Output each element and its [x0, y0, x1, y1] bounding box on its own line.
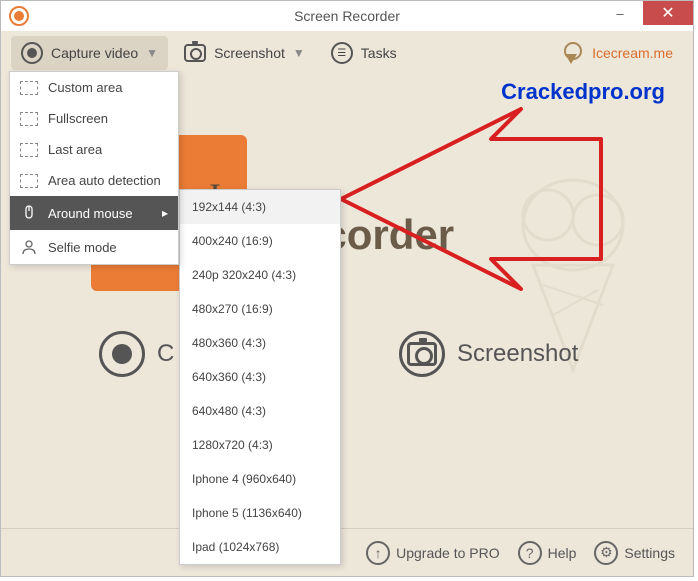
- dropdown-item-around-mouse[interactable]: Around mouse ▸: [10, 196, 178, 230]
- tasks-label: Tasks: [361, 45, 397, 61]
- submenu-item[interactable]: Iphone 5 (1136x640): [180, 496, 340, 530]
- dropdown-label: Area auto detection: [48, 173, 161, 188]
- help-label: Help: [548, 545, 577, 561]
- icecream-link[interactable]: Icecream.me: [552, 36, 683, 70]
- fullscreen-icon: [20, 112, 38, 126]
- submenu-item[interactable]: Iphone 4 (960x640): [180, 462, 340, 496]
- screenshot-button[interactable]: Screenshot ▼: [174, 38, 315, 68]
- upgrade-button[interactable]: ↑ Upgrade to PRO: [366, 541, 500, 565]
- submenu-item[interactable]: Ipad (1024x768): [180, 530, 340, 564]
- submenu-item[interactable]: 240p 320x240 (4:3): [180, 258, 340, 292]
- app-icon: [9, 6, 29, 26]
- dropdown-label: Last area: [48, 142, 102, 157]
- submenu-item[interactable]: 1280x720 (4:3): [180, 428, 340, 462]
- selfie-icon: [20, 238, 38, 256]
- capture-video-button[interactable]: Capture video ▼: [11, 36, 168, 70]
- icecream-icon: [562, 42, 584, 64]
- chevron-down-icon: ▼: [293, 46, 305, 60]
- bottombar: ↑ Upgrade to PRO ? Help ⚙ Settings: [1, 528, 693, 576]
- screenshot-label: Screenshot: [214, 45, 285, 61]
- screenshot-big-button[interactable]: Screenshot: [399, 331, 578, 377]
- chevron-right-icon: ▸: [162, 206, 168, 220]
- custom-area-icon: [20, 81, 38, 95]
- toolbar: Capture video ▼ Screenshot ▼ ☰ Tasks Ice…: [1, 31, 693, 75]
- upgrade-icon: ↑: [366, 541, 390, 565]
- mouse-icon: [20, 204, 38, 222]
- capture-video-label: Capture video: [51, 45, 138, 61]
- tasks-button[interactable]: ☰ Tasks: [321, 36, 407, 70]
- camera-big-icon: [399, 331, 445, 377]
- tasks-icon: ☰: [331, 42, 353, 64]
- icecream-link-label: Icecream.me: [592, 45, 673, 61]
- submenu-item[interactable]: 400x240 (16:9): [180, 224, 340, 258]
- dropdown-item-auto-detection[interactable]: Area auto detection: [10, 165, 178, 196]
- record-big-icon: [99, 331, 145, 377]
- dropdown-item-last-area[interactable]: Last area: [10, 134, 178, 165]
- help-button[interactable]: ? Help: [518, 541, 577, 565]
- dropdown-label: Custom area: [48, 80, 122, 95]
- submenu-item[interactable]: 640x480 (4:3): [180, 394, 340, 428]
- dropdown-item-selfie-mode[interactable]: Selfie mode: [10, 230, 178, 264]
- watermark-text: Crackedpro.org: [501, 79, 665, 105]
- submenu-item[interactable]: 640x360 (4:3): [180, 360, 340, 394]
- window-title: Screen Recorder: [294, 8, 400, 24]
- submenu-item[interactable]: 480x360 (4:3): [180, 326, 340, 360]
- window-controls: – ✕: [597, 1, 693, 25]
- resolution-submenu: 192x144 (4:3) 400x240 (16:9) 240p 320x24…: [179, 189, 341, 565]
- minimize-button[interactable]: –: [597, 1, 643, 25]
- dropdown-item-fullscreen[interactable]: Fullscreen: [10, 103, 178, 134]
- submenu-item[interactable]: 192x144 (4:3): [180, 190, 340, 224]
- dropdown-label: Fullscreen: [48, 111, 108, 126]
- close-button[interactable]: ✕: [643, 1, 693, 25]
- auto-detection-icon: [20, 174, 38, 188]
- dropdown-label: Selfie mode: [48, 240, 117, 255]
- camera-icon: [184, 44, 206, 62]
- last-area-icon: [20, 143, 38, 157]
- screenshot-big-label: Screenshot: [457, 340, 578, 368]
- help-icon: ?: [518, 541, 542, 565]
- gear-icon: ⚙: [594, 541, 618, 565]
- app-window: Screen Recorder – ✕ Capture video ▼ Scre…: [0, 0, 694, 577]
- settings-label: Settings: [624, 545, 675, 561]
- capture-dropdown: Custom area Fullscreen Last area Area au…: [9, 71, 179, 265]
- upgrade-label: Upgrade to PRO: [396, 545, 500, 561]
- dropdown-label: Around mouse: [48, 206, 133, 221]
- submenu-item[interactable]: 480x270 (16:9): [180, 292, 340, 326]
- settings-button[interactable]: ⚙ Settings: [594, 541, 675, 565]
- titlebar: Screen Recorder – ✕: [1, 1, 693, 31]
- record-icon: [21, 42, 43, 64]
- dropdown-item-custom-area[interactable]: Custom area: [10, 72, 178, 103]
- chevron-down-icon: ▼: [146, 46, 158, 60]
- capture-partial-1: C: [157, 340, 174, 368]
